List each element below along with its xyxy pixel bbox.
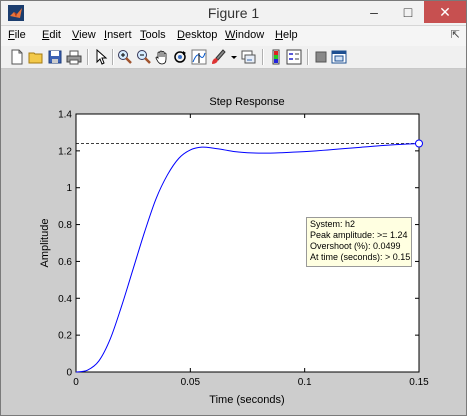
- x-tick-label: 0.05: [181, 377, 201, 388]
- menu-bar: File Edit View Insert Tools Desktop Wind…: [1, 26, 466, 46]
- y-tick-label: 1.2: [58, 146, 72, 157]
- datatip-time: At time (seconds): > 0.15: [310, 252, 411, 262]
- toolbar-separator: [262, 49, 264, 65]
- y-tick-label: 0.4: [58, 294, 72, 305]
- open-file-icon[interactable]: [28, 49, 44, 65]
- rotate-3d-icon[interactable]: [172, 49, 188, 65]
- menu-edit[interactable]: Edit: [42, 29, 61, 41]
- y-axis-label: Amplitude: [39, 219, 51, 268]
- insert-legend-icon[interactable]: [286, 49, 302, 65]
- show-plot-tools-icon[interactable]: [331, 49, 347, 65]
- figure-canvas[interactable]: 0 0.05 0.1 0.15 0 0.2 0.4 0.6 0.8 1 1.2 1.4 Step Re…: [1, 69, 466, 415]
- maximize-button[interactable]: □: [391, 1, 425, 23]
- y-tick-label: 1: [66, 183, 72, 194]
- brush-icon[interactable]: [210, 49, 226, 65]
- save-icon[interactable]: [47, 49, 63, 65]
- pan-hand-icon[interactable]: [154, 49, 170, 65]
- zoom-in-icon[interactable]: [117, 49, 133, 65]
- datatip-peak-amplitude: Peak amplitude: >= 1.24: [310, 230, 408, 240]
- y-tick-label: 0.8: [58, 220, 72, 231]
- link-plot-icon[interactable]: [240, 49, 256, 65]
- x-tick-label: 0.15: [409, 377, 429, 388]
- toolbar-separator: [112, 49, 114, 65]
- title-bar[interactable]: Figure 1 – □ ✕: [1, 1, 466, 26]
- datatip-marker[interactable]: [415, 139, 423, 148]
- y-tick-label: 0: [66, 368, 72, 379]
- datatip-system: System: h2: [310, 219, 356, 229]
- insert-colorbar-icon[interactable]: [268, 49, 284, 65]
- menu-insert[interactable]: Insert: [104, 29, 132, 41]
- chart-title: Step Response: [209, 96, 284, 108]
- figure-toolbar: [1, 46, 466, 69]
- minimize-button[interactable]: –: [357, 1, 391, 23]
- menu-file[interactable]: File: [8, 29, 26, 41]
- edit-plot-arrow-icon[interactable]: [93, 49, 109, 65]
- zoom-out-icon[interactable]: [136, 49, 152, 65]
- toolbar-separator: [307, 49, 309, 65]
- dock-figure-icon[interactable]: ⇱: [451, 28, 460, 41]
- y-tick-label: 0.2: [58, 331, 72, 342]
- datatip-overshoot: Overshoot (%): 0.0499: [310, 241, 401, 251]
- menu-view[interactable]: View: [72, 29, 96, 41]
- print-icon[interactable]: [66, 49, 82, 65]
- menu-help[interactable]: Help: [275, 29, 298, 41]
- toolbar-separator: [87, 49, 89, 65]
- new-figure-icon[interactable]: [9, 49, 25, 65]
- x-tick-label: 0: [73, 377, 79, 388]
- menu-desktop[interactable]: Desktop: [177, 29, 217, 41]
- data-cursor-icon[interactable]: [191, 49, 207, 65]
- y-tick-label: 0.6: [58, 257, 72, 268]
- x-axis-label: Time (seconds): [209, 394, 284, 406]
- y-tick-label: 1.4: [58, 110, 72, 121]
- x-tick-label: 0.1: [298, 377, 312, 388]
- figure-window: Figure 1 – □ ✕ File Edit View Insert Too…: [0, 0, 467, 416]
- datatip-box[interactable]: System: h2 Peak amplitude: >= 1.24 Overs…: [306, 217, 412, 267]
- menu-tools[interactable]: Tools: [140, 29, 166, 41]
- menu-window[interactable]: Window: [225, 29, 264, 41]
- close-button[interactable]: ✕: [424, 1, 466, 23]
- hide-plot-tools-icon[interactable]: [313, 49, 329, 65]
